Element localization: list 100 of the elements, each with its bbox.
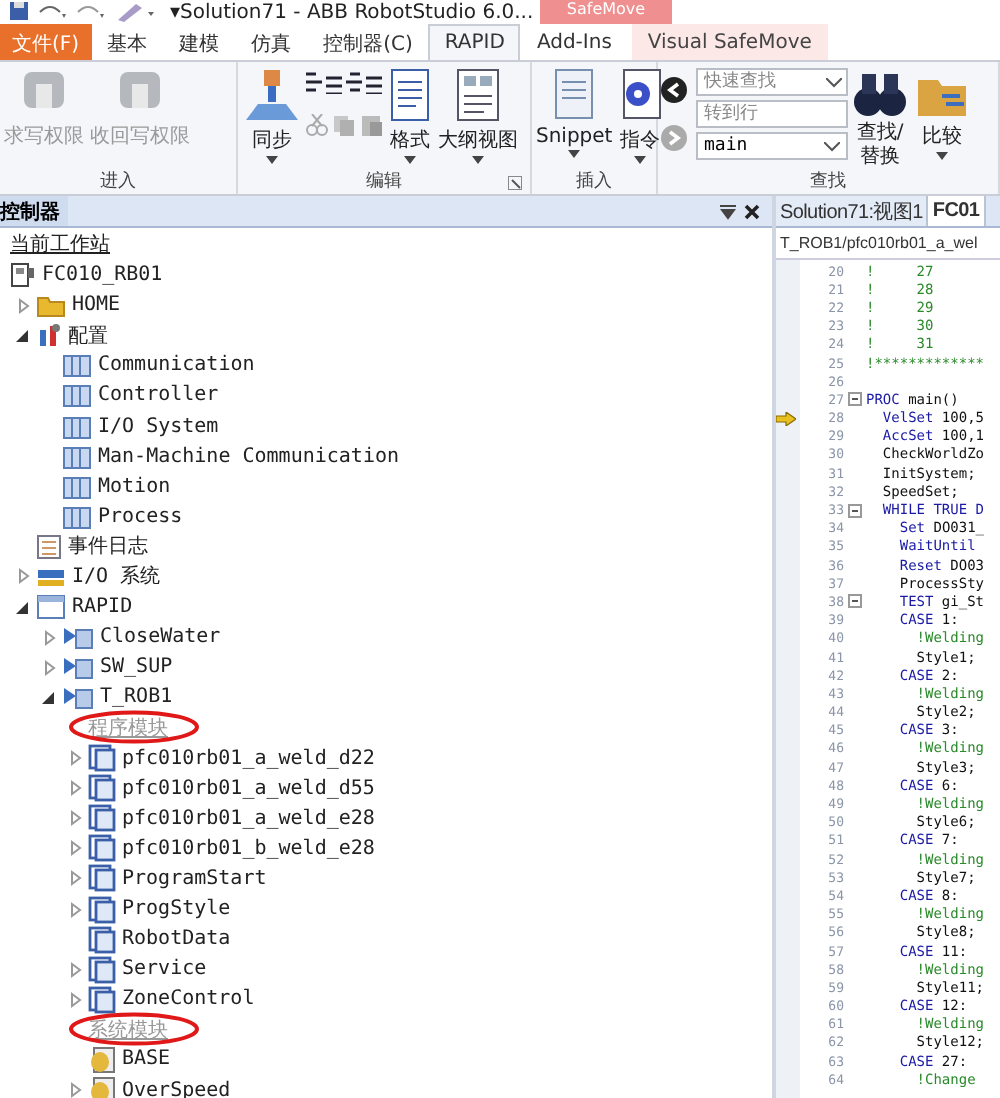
go-to-line-field[interactable]: 转到行	[696, 100, 848, 128]
tree-item[interactable]: RobotData	[122, 928, 231, 951]
tree-item[interactable]: 事件日志	[68, 532, 148, 561]
expand-arrow-icon[interactable]	[69, 901, 81, 918]
tree-item[interactable]: RAPID	[72, 596, 133, 619]
tools-icon	[36, 322, 62, 349]
table-icon	[62, 503, 92, 530]
dropdown-pin-icon[interactable]	[720, 203, 736, 219]
caret-icon	[936, 152, 948, 160]
ribbon-tab[interactable]: RAPID	[428, 24, 521, 60]
document-icon	[552, 68, 597, 124]
expand-arrow-icon[interactable]	[69, 870, 81, 887]
ribbon-tab[interactable]: 建模	[163, 24, 236, 60]
expand-arrow-icon[interactable]	[17, 297, 29, 314]
folder-icon	[36, 292, 66, 319]
list-icon	[36, 533, 62, 560]
outline-document-icon	[454, 68, 502, 124]
station-heading: 当前工作站	[8, 231, 110, 260]
caret-icon	[568, 150, 581, 158]
ribbon-tab[interactable]: 基本	[91, 24, 164, 60]
outline-view-button[interactable]: 大纲视图	[436, 66, 520, 166]
tree-item[interactable]: ProgStyle	[122, 898, 231, 921]
ribbon-tab[interactable]: Visual SafeMove	[631, 24, 828, 60]
snippet-button[interactable]: Snippet	[534, 66, 615, 160]
collapse-arrow-icon[interactable]	[42, 690, 56, 705]
expand-arrow-icon[interactable]	[69, 1082, 81, 1098]
gear-document-icon	[618, 68, 663, 124]
document-tab[interactable]: Solution71:视图1	[776, 196, 929, 226]
tree-item[interactable]: I/O 系统	[72, 562, 161, 591]
paste-icon[interactable]	[360, 114, 384, 136]
fold-toggle-icon[interactable]	[848, 594, 862, 609]
module-icon	[88, 925, 116, 954]
expand-arrow-icon[interactable]	[43, 629, 55, 646]
tree-item[interactable]: pfc010rb01_a_weld_d22	[122, 747, 375, 770]
tree-group-label: 程序模块	[88, 715, 168, 742]
tree-item[interactable]: ProgramStart	[122, 867, 267, 890]
instruction-button[interactable]: 指令	[616, 66, 665, 166]
dialog-launcher-icon[interactable]	[508, 176, 522, 190]
collapse-arrow-icon[interactable]	[16, 328, 30, 343]
collapse-arrow-icon[interactable]	[16, 600, 30, 615]
expand-arrow-icon[interactable]	[17, 568, 29, 585]
tree-item[interactable]: pfc010rb01_a_weld_e28	[122, 807, 375, 830]
copy-icon[interactable]	[332, 114, 356, 136]
tree-group-label: 系统模块	[88, 1017, 168, 1044]
tree-item[interactable]: 配置	[68, 321, 108, 350]
ribbon-tab[interactable]: 控制器(C)	[307, 24, 429, 60]
table-icon	[62, 352, 92, 379]
chevron-down-icon	[824, 141, 840, 151]
document-tab[interactable]: FC01	[928, 196, 986, 226]
expand-arrow-icon[interactable]	[69, 991, 81, 1008]
fold-toggle-icon[interactable]	[848, 503, 862, 518]
module-icon	[88, 955, 116, 984]
outdent-icon[interactable]	[346, 72, 382, 94]
indent-icon[interactable]	[306, 72, 342, 94]
panel-tab[interactable]: 控制器	[0, 196, 68, 226]
find-replace-button[interactable]: 查找/ 替换	[850, 66, 910, 170]
routine-dropdown[interactable]: main	[696, 132, 848, 160]
table-icon	[62, 443, 92, 470]
hand-module-icon	[88, 1045, 116, 1074]
save-icon[interactable]	[8, 2, 30, 22]
tree-item[interactable]: Man-Machine Communication	[98, 445, 400, 468]
ribbon-tab[interactable]: 仿真	[235, 24, 308, 60]
tree-item[interactable]: Process	[98, 505, 183, 528]
group-label: 进入	[100, 170, 136, 194]
controller-icon	[10, 262, 36, 289]
expand-arrow-icon[interactable]	[69, 780, 81, 797]
tree-item[interactable]: I/O System	[98, 415, 219, 438]
tree-item[interactable]: Controller	[98, 384, 219, 407]
sync-button[interactable]: 同步	[240, 66, 304, 166]
tree-item[interactable]: SW_SUP	[100, 656, 173, 679]
cut-icon[interactable]	[306, 114, 328, 136]
tree-item[interactable]: ZoneControl	[122, 988, 255, 1011]
expand-arrow-icon[interactable]	[69, 961, 81, 978]
fold-toggle-icon[interactable]	[848, 392, 862, 407]
expand-arrow-icon[interactable]	[43, 659, 55, 676]
redo-icon[interactable]	[74, 2, 106, 22]
tree-item[interactable]: Motion	[98, 475, 171, 498]
close-icon[interactable]	[744, 203, 760, 219]
quick-search-field[interactable]: 快速查找	[696, 68, 848, 96]
tree-item[interactable]: FC010_RB01	[42, 264, 163, 287]
window-icon	[36, 594, 66, 621]
module-icon	[88, 804, 116, 833]
tree-item[interactable]: pfc010rb01_a_weld_d55	[122, 777, 375, 800]
ribbon-tab[interactable]: Add-Ins	[520, 24, 628, 60]
tree-item[interactable]: pfc010rb01_b_weld_e28	[122, 837, 375, 860]
tree-item[interactable]: T_ROB1	[100, 686, 173, 709]
compare-button[interactable]: 比较	[912, 66, 972, 162]
task-icon	[62, 684, 94, 711]
format-button[interactable]: 格式	[386, 66, 434, 166]
tree-item[interactable]: HOME	[72, 294, 121, 317]
chevron-down-icon[interactable]	[826, 78, 842, 88]
expand-arrow-icon[interactable]	[69, 840, 81, 857]
expand-arrow-icon[interactable]	[69, 810, 81, 827]
tree-item[interactable]: Communication	[98, 354, 255, 377]
undo-icon[interactable]	[36, 2, 68, 22]
task-icon	[62, 624, 94, 651]
expand-arrow-icon[interactable]	[69, 750, 81, 767]
tree-item[interactable]: BASE	[122, 1048, 171, 1071]
tree-item[interactable]: CloseWater	[100, 626, 221, 649]
tree-item[interactable]: Service	[122, 958, 207, 981]
